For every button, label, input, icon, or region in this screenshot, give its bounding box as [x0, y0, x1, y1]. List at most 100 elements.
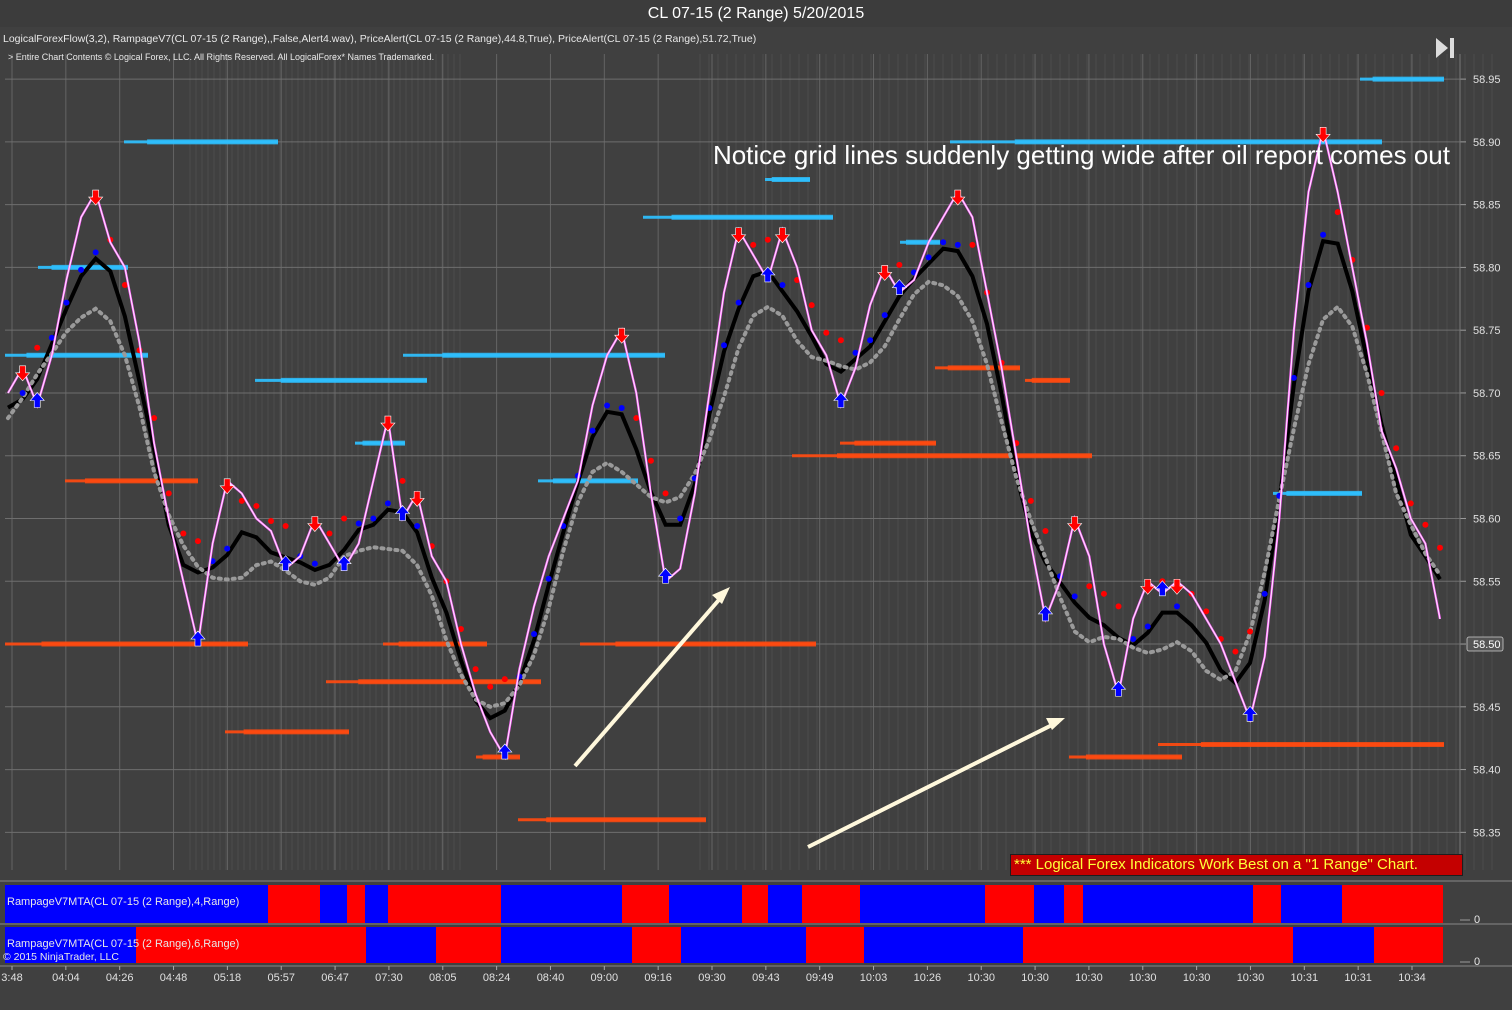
x-tick-label: 10:30 [967, 972, 995, 984]
x-tick-label: 10:03 [860, 972, 888, 984]
channel-dot [1232, 648, 1239, 655]
channel-dot [1115, 603, 1122, 610]
x-tick-label: 06:47 [321, 972, 349, 984]
channel-dot [779, 281, 786, 288]
x-tick-label: 10:30 [1075, 972, 1103, 984]
channel-dot [735, 299, 742, 306]
channel-dot [837, 337, 844, 344]
channel-dot [1320, 231, 1327, 238]
channel-dot [1437, 544, 1443, 551]
channel-dot [1042, 528, 1049, 535]
mta4-block [1083, 885, 1253, 923]
x-tick-label: 08:05 [429, 972, 457, 984]
x-tick-label: 09:43 [752, 972, 780, 984]
y-tick-label: 58.85 [1473, 200, 1501, 212]
x-tick-label: 08:40 [537, 972, 565, 984]
channel-dot [1071, 593, 1078, 600]
copyright-line: > Entire Chart Contents © Logical Forex,… [8, 52, 435, 62]
y-tick-label: 58.95 [1473, 74, 1501, 86]
channel-dot [867, 337, 874, 344]
mta6-block [436, 927, 501, 963]
channel-dot [194, 538, 201, 545]
x-tick-label: 3:48 [1, 972, 22, 984]
y-tick-label: 58.60 [1473, 513, 1501, 525]
mta4-zero-label: 0 [1474, 914, 1481, 926]
channel-dot [604, 402, 611, 409]
ninjatrader-credit: © 2015 NinjaTrader, LLC [3, 951, 119, 963]
channel-dot [545, 575, 552, 582]
channel-dot [750, 241, 757, 248]
mta6-block [806, 927, 864, 963]
channel-dot [618, 405, 625, 412]
x-tick-label: 10:30 [1129, 972, 1157, 984]
mta4-block [1281, 885, 1342, 923]
x-tick-label: 09:49 [806, 972, 834, 984]
mta6-block [366, 927, 436, 963]
window-title: CL 07-15 (2 Range) 5/20/2015 [0, 0, 1512, 28]
mta4-block [669, 885, 742, 923]
current-price-label: 58.50 [1473, 639, 1501, 651]
channel-dot [881, 312, 888, 319]
mta4-block [268, 885, 320, 923]
channel-dot [823, 329, 830, 336]
channel-dot [487, 683, 494, 690]
channel-dot [268, 518, 275, 525]
mta4-block [622, 885, 669, 923]
chart-frame[interactable]: 58.35 58.40 58.45 58.50 58.55 58.60 58.65 58.70… [0, 27, 1512, 1010]
x-tick-label: 04:04 [52, 972, 80, 984]
y-tick-label: 58.40 [1473, 765, 1501, 777]
mta6-block [1374, 927, 1443, 963]
mta4-label: RampageV7MTA(CL 07-15 (2 Range),4,Range) [7, 896, 240, 908]
x-tick-label: 04:48 [160, 972, 188, 984]
channel-dot [165, 490, 172, 497]
x-tick-label: 10:30 [1021, 972, 1049, 984]
channel-dot [224, 545, 231, 552]
mta4-block [388, 885, 501, 923]
y-tick-label: 58.75 [1473, 325, 1501, 337]
y-tick-label: 58.55 [1473, 576, 1501, 588]
channel-dot [341, 515, 348, 522]
channel-dot [1144, 623, 1151, 630]
mta4-block [347, 885, 365, 923]
channel-dot [1086, 583, 1093, 590]
channel-dot [78, 266, 85, 273]
channel-dot [925, 254, 932, 261]
channel-dot [355, 520, 362, 527]
channel-dot [384, 500, 391, 507]
mta6-zero-label: 0 [1474, 956, 1481, 968]
mta6-block [1023, 927, 1293, 963]
channel-dot [399, 477, 406, 484]
channel-dot [282, 523, 289, 530]
channel-dot [34, 344, 41, 351]
x-tick-label: 10:31 [1291, 972, 1319, 984]
x-tick-label: 10:30 [1183, 972, 1211, 984]
channel-dot [501, 676, 508, 683]
channel-dot [764, 236, 771, 243]
channel-dot [969, 241, 976, 248]
channel-dot [1173, 603, 1180, 610]
mta6-label: RampageV7MTA(CL 07-15 (2 Range),6,Range) [7, 938, 240, 950]
mta-panels [0, 880, 1512, 963]
channel-dot [1261, 590, 1268, 597]
channel-dot [1305, 281, 1312, 288]
channel-dot [326, 530, 333, 537]
mta4-block [1034, 885, 1064, 923]
x-tick-label: 09:16 [644, 972, 672, 984]
channel-dot [1290, 374, 1297, 381]
mta4-block [365, 885, 388, 923]
x-tick-label: 09:00 [591, 972, 619, 984]
y-tick-label: 58.35 [1473, 827, 1501, 839]
mta4-block [1253, 885, 1281, 923]
channel-dot [1247, 628, 1254, 635]
mta4-block [985, 885, 1034, 923]
channel-dot [1027, 497, 1034, 504]
channel-dot [647, 457, 654, 464]
x-tick-label: 08:24 [483, 972, 511, 984]
y-tick-label: 58.45 [1473, 702, 1501, 714]
channel-dot [896, 261, 903, 268]
x-tick-label: 10:26 [914, 972, 942, 984]
mta6-block [864, 927, 1023, 963]
channel-dot [414, 523, 421, 530]
x-tick-label: 05:18 [214, 972, 242, 984]
mta4-block [860, 885, 985, 923]
